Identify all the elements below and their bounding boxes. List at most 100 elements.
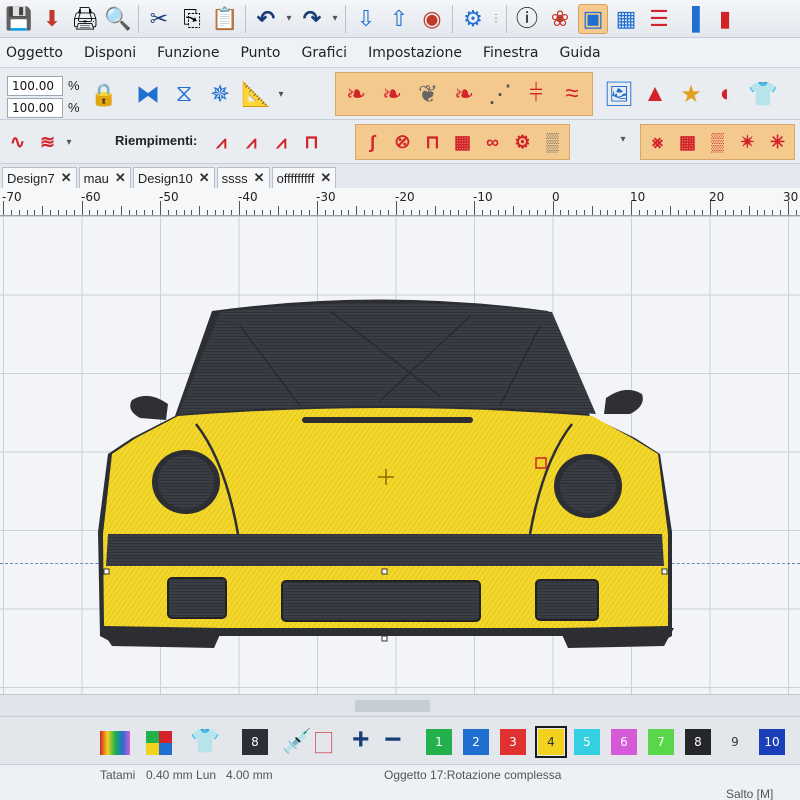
running-leaf-icon[interactable]: ❧: [448, 78, 480, 110]
close-icon[interactable]: ✕: [115, 170, 126, 186]
color-swatch[interactable]: 8: [685, 729, 711, 755]
color-swatch-selected[interactable]: 4: [535, 726, 567, 758]
properties-icon[interactable]: ▣: [578, 3, 608, 34]
paint-bucket-icon[interactable]: 🗌: [314, 727, 333, 768]
import-image-icon[interactable]: ⬇: [37, 4, 67, 34]
close-icon[interactable]: ✕: [254, 170, 265, 186]
fill-bold-zigzag-icon[interactable]: ⩘: [238, 128, 265, 156]
thread-palette-icon[interactable]: [100, 731, 130, 755]
menu-funzione[interactable]: Funzione: [157, 45, 219, 61]
close-icon[interactable]: ✕: [199, 170, 210, 186]
color-sort-icon[interactable]: ◉: [417, 4, 447, 34]
color-swatch[interactable]: 5: [574, 729, 600, 755]
color-swatch[interactable]: 6: [611, 729, 637, 755]
more-lines-icon[interactable]: ▾: [64, 137, 74, 148]
color-swatch[interactable]: 2: [463, 729, 489, 755]
add-color-icon[interactable]: +: [352, 723, 370, 757]
redo-dropdown-icon[interactable]: ▾: [330, 13, 340, 24]
outline-leaf-icon[interactable]: ❦: [412, 78, 444, 110]
receive-from-machine-icon[interactable]: ⇧: [384, 4, 414, 34]
more-transform-icon[interactable]: ▾: [276, 89, 286, 100]
fill-chain-icon[interactable]: ⦼: [389, 128, 416, 156]
rotate-icon[interactable]: ✵: [204, 78, 236, 110]
mirror-vertical-icon[interactable]: ⧖: [168, 78, 200, 110]
tab-offfffffff[interactable]: offfffffff ✕: [271, 167, 337, 188]
cross-fill-icon[interactable]: ⨳: [644, 128, 671, 156]
more-fills-icon[interactable]: ▾: [618, 134, 628, 145]
satin-leaf-icon[interactable]: ❧: [340, 78, 372, 110]
cut-icon[interactable]: ✂: [144, 4, 174, 34]
tab-design7[interactable]: Design7 ✕: [2, 167, 77, 188]
fill-grid-icon[interactable]: ▦: [449, 128, 476, 156]
design-settings-icon[interactable]: ❀: [545, 4, 575, 34]
tab-design10[interactable]: Design10 ✕: [132, 167, 215, 188]
menu-guida[interactable]: Guida: [559, 45, 600, 61]
fill-loop-icon[interactable]: ∫: [359, 128, 386, 156]
color-swatch[interactable]: 8: [242, 729, 268, 755]
mirror-horizontal-icon[interactable]: ⧓: [132, 78, 164, 110]
double-zigzag-icon[interactable]: ≋: [34, 128, 61, 156]
color-swatch[interactable]: 1: [426, 729, 452, 755]
fill-double-zigzag-icon[interactable]: ⩘: [268, 128, 295, 156]
menu-disponi[interactable]: Disponi: [84, 45, 136, 61]
palette-grid-icon[interactable]: ▦: [611, 4, 641, 34]
color-swatch[interactable]: 7: [648, 729, 674, 755]
shapes-icon[interactable]: ▲: [639, 78, 671, 110]
design-canvas[interactable]: [0, 216, 800, 716]
color-swatch[interactable]: 9: [722, 729, 748, 755]
thread-chart-icon[interactable]: ▐: [677, 4, 707, 34]
menu-punto[interactable]: Punto: [240, 45, 280, 61]
more-tools-chevron-icon[interactable]: ⋮: [491, 13, 501, 24]
lattice-fill-icon[interactable]: ▦: [674, 128, 701, 156]
picture-icon[interactable]: 🖼: [603, 78, 635, 110]
menu-grafici[interactable]: Grafici: [301, 45, 347, 61]
fish-motif-icon[interactable]: ≈: [556, 78, 588, 110]
lock-ratio-icon[interactable]: 🔒: [90, 82, 117, 108]
scale-x-field[interactable]: 100.00: [7, 76, 63, 96]
fill-gear-icon[interactable]: ⚙: [509, 128, 536, 156]
close-icon[interactable]: ✕: [320, 170, 331, 186]
machine-icon[interactable]: ⚙: [458, 4, 488, 34]
remove-color-icon[interactable]: −: [384, 723, 402, 757]
star-burst-icon[interactable]: ✴: [734, 128, 761, 156]
save-icon[interactable]: 💾: [4, 4, 34, 34]
scale-y-field[interactable]: 100.00: [7, 98, 63, 118]
menu-finestra[interactable]: Finestra: [483, 45, 539, 61]
fill-zigzag-icon[interactable]: ⩘: [208, 128, 235, 156]
list-view-icon[interactable]: ☰: [644, 4, 674, 34]
undo-icon[interactable]: ↶: [251, 4, 281, 34]
stitch-points-icon[interactable]: ⋰: [484, 78, 516, 110]
color-swatch[interactable]: 3: [500, 729, 526, 755]
zigzag-line-icon[interactable]: ∿: [4, 128, 31, 156]
applique-icon[interactable]: ◐: [711, 78, 743, 110]
weave-fill-icon[interactable]: ▒: [704, 128, 731, 156]
copy-icon[interactable]: ⎘: [177, 4, 207, 34]
redo-icon[interactable]: ↷: [297, 4, 327, 34]
color-grid-icon[interactable]: [146, 731, 172, 755]
close-icon[interactable]: ✕: [61, 170, 72, 186]
tshirt-icon[interactable]: 👕: [747, 78, 779, 110]
paste-icon[interactable]: 📋: [210, 4, 240, 34]
fill-square-wave-icon[interactable]: ⊓: [298, 128, 325, 156]
fill-leaf-icon[interactable]: ❧: [376, 78, 408, 110]
measure-icon[interactable]: 📐: [240, 78, 272, 110]
undo-dropdown-icon[interactable]: ▾: [284, 13, 294, 24]
car-embroidery-design[interactable]: [0, 216, 800, 696]
radial-fill-icon[interactable]: ✳: [764, 128, 791, 156]
print-icon[interactable]: 🖨: [70, 4, 100, 34]
scrollbar-thumb[interactable]: [355, 700, 430, 712]
zoom-icon[interactable]: 🔍: [103, 4, 133, 34]
tab-mau[interactable]: mau ✕: [78, 167, 131, 188]
send-to-machine-icon[interactable]: ⇩: [351, 4, 381, 34]
eyedropper-icon[interactable]: 💉: [282, 727, 312, 756]
fill-hatch-icon[interactable]: ▒: [539, 128, 566, 156]
menu-oggetto[interactable]: Oggetto: [6, 45, 63, 61]
menu-impostazione[interactable]: Impostazione: [368, 45, 462, 61]
fill-links-icon[interactable]: ∞: [479, 128, 506, 156]
fill-meander-icon[interactable]: ⊓: [419, 128, 446, 156]
tshirt-color-icon[interactable]: 👕: [190, 727, 220, 756]
horizontal-scrollbar[interactable]: [0, 694, 800, 716]
star-icon[interactable]: ★: [675, 78, 707, 110]
cactus-motif-icon[interactable]: ⫩: [520, 78, 552, 110]
color-swatch[interactable]: 10: [759, 729, 785, 755]
